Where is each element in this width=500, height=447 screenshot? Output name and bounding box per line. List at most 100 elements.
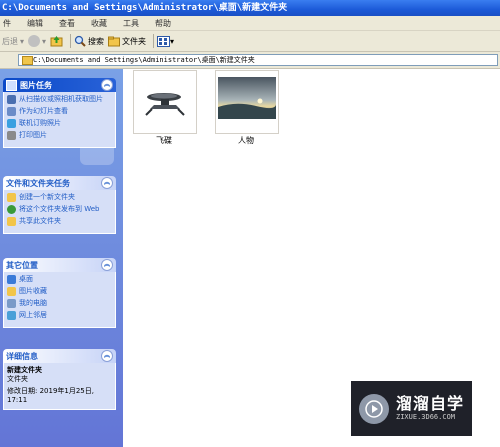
details-modified: 修改日期: 2019年1月25日, 17:11 <box>7 387 94 404</box>
folder-up-icon <box>50 36 63 47</box>
task-link[interactable]: 打印图片 <box>7 131 112 140</box>
menu-bar: 件 编辑 查看 收藏 工具 帮助 <box>0 16 500 31</box>
picture-tasks-panel: 图片任务 ︽ 从扫描仪或照相机获取图片 作为幻灯片查看 联机订购照片 打印图片 <box>3 78 116 148</box>
picture-tasks-title: 图片任务 <box>20 80 52 90</box>
task-link-label: 共享此文件夹 <box>19 217 61 225</box>
forward-button[interactable]: ▾ <box>28 35 46 47</box>
play-logo-icon <box>359 393 389 424</box>
up-button[interactable] <box>50 35 63 47</box>
place-link[interactable]: 网上邻居 <box>7 311 112 320</box>
my-pictures-icon <box>7 287 16 296</box>
toolbar: 后退 ▾ ▾ 搜索 文件夹 ▾ <box>0 31 500 52</box>
publish-web-icon <box>7 205 16 214</box>
new-folder-icon <box>7 193 16 202</box>
menu-edit[interactable]: 编辑 <box>27 18 43 29</box>
back-button[interactable]: 后退 ▾ <box>2 36 24 47</box>
menu-view[interactable]: 查看 <box>59 18 75 29</box>
my-computer-icon <box>7 299 16 308</box>
window-title: C:\Documents and Settings\Administrator\… <box>0 0 500 16</box>
other-places-header[interactable]: 其它位置 ︽ <box>3 258 116 272</box>
slideshow-icon <box>7 107 16 116</box>
place-link-label: 我的电脑 <box>19 299 47 307</box>
back-label: 后退 <box>2 36 18 46</box>
address-bar: C:\Documents and Settings\Administrator\… <box>0 52 500 69</box>
folders-button[interactable]: 文件夹 <box>108 36 146 47</box>
menu-file[interactable]: 件 <box>3 18 11 29</box>
picture-tasks-header[interactable]: 图片任务 ︽ <box>3 78 116 92</box>
place-link-label: 桌面 <box>19 275 33 283</box>
address-path: C:\Documents and Settings\Administrator\… <box>33 56 255 64</box>
details-header[interactable]: 详细信息 ︽ <box>3 349 116 363</box>
spaceship-thumbnail <box>145 93 185 116</box>
collapse-icon[interactable]: ︽ <box>101 177 113 189</box>
place-link[interactable]: 图片收藏 <box>7 287 112 296</box>
dropdown-arrow-icon[interactable]: ▾ <box>42 37 46 46</box>
details-panel: 详细信息 ︽ 新建文件夹 文件夹 修改日期: 2019年1月25日, 17:11 <box>3 349 116 410</box>
folder-icon <box>22 56 33 65</box>
collapse-icon[interactable]: ︽ <box>101 350 113 362</box>
place-link[interactable]: 我的电脑 <box>7 299 112 308</box>
other-places-title: 其它位置 <box>6 260 38 270</box>
details-type: 文件夹 <box>7 375 28 383</box>
task-link-label: 将这个文件夹发布到 Web <box>19 205 100 213</box>
dropdown-arrow-icon[interactable]: ▾ <box>20 37 24 46</box>
collapse-icon[interactable]: ︽ <box>101 259 113 271</box>
collapse-icon[interactable]: ︽ <box>101 79 113 91</box>
task-link[interactable]: 共享此文件夹 <box>7 217 112 226</box>
printer-icon <box>7 131 16 140</box>
task-link[interactable]: 联机订购照片 <box>7 119 112 128</box>
task-pane: 图片任务 ︽ 从扫描仪或照相机获取图片 作为幻灯片查看 联机订购照片 打印图片 … <box>0 69 123 447</box>
details-body: 新建文件夹 文件夹 修改日期: 2019年1月25日, 17:11 <box>3 363 116 410</box>
task-link-label: 联机订购照片 <box>19 119 61 127</box>
place-link-label: 网上邻居 <box>19 311 47 319</box>
forward-icon <box>28 35 41 47</box>
toolbar-separator <box>70 34 72 48</box>
views-icon <box>157 35 171 47</box>
other-places-panel: 其它位置 ︽ 桌面 图片收藏 我的电脑 网上邻居 <box>3 258 116 328</box>
task-link-label: 从扫描仪或照相机获取图片 <box>19 95 103 103</box>
network-places-icon <box>7 311 16 320</box>
task-link[interactable]: 作为幻灯片查看 <box>7 107 112 116</box>
details-name: 新建文件夹 <box>7 366 42 374</box>
folders-label: 文件夹 <box>122 36 147 46</box>
details-title: 详细信息 <box>6 351 38 361</box>
task-link[interactable]: 从扫描仪或照相机获取图片 <box>7 95 112 104</box>
task-link-label: 创建一个新文件夹 <box>19 193 75 201</box>
task-link-label: 打印图片 <box>19 131 47 139</box>
search-label: 搜索 <box>88 36 105 46</box>
watermark-site: ZIXUE.3D66.COM <box>396 413 456 421</box>
other-places-body: 桌面 图片收藏 我的电脑 网上邻居 <box>3 272 116 328</box>
order-prints-icon <box>7 119 16 128</box>
file-thumbnail[interactable] <box>133 70 197 134</box>
file-name[interactable]: 飞碟 <box>133 135 195 146</box>
task-link-label: 作为幻灯片查看 <box>19 107 68 115</box>
folder-icon <box>108 36 121 46</box>
menu-favorites[interactable]: 收藏 <box>91 18 107 29</box>
place-link[interactable]: 桌面 <box>7 275 112 284</box>
file-tasks-title: 文件和文件夹任务 <box>6 178 70 188</box>
file-tasks-header[interactable]: 文件和文件夹任务 ︽ <box>3 176 116 190</box>
share-folder-icon <box>7 217 16 226</box>
desktop-icon <box>7 275 16 284</box>
task-link[interactable]: 将这个文件夹发布到 Web <box>7 205 112 214</box>
watermark: 溜溜自学 ZIXUE.3D66.COM <box>351 381 472 436</box>
picture-tasks-body: 从扫描仪或照相机获取图片 作为幻灯片查看 联机订购照片 打印图片 <box>3 92 116 148</box>
menu-tools[interactable]: 工具 <box>123 18 139 29</box>
scanner-camera-icon <box>7 95 16 104</box>
file-thumbnail[interactable] <box>215 70 279 134</box>
address-input[interactable]: C:\Documents and Settings\Administrator\… <box>18 54 498 66</box>
task-link[interactable]: 创建一个新文件夹 <box>7 193 112 202</box>
dropdown-arrow-icon[interactable]: ▾ <box>170 37 174 46</box>
file-tasks-body: 创建一个新文件夹 将这个文件夹发布到 Web 共享此文件夹 <box>3 190 116 234</box>
search-button[interactable]: 搜索 <box>74 35 104 47</box>
menu-help[interactable]: 帮助 <box>155 18 171 29</box>
file-name[interactable]: 人物 <box>215 135 277 146</box>
toolbar-separator <box>153 34 155 48</box>
watermark-name: 溜溜自学 <box>396 394 465 413</box>
search-icon <box>74 35 86 47</box>
views-button[interactable]: ▾ <box>157 35 174 47</box>
place-link-label: 图片收藏 <box>19 287 47 295</box>
file-tasks-panel: 文件和文件夹任务 ︽ 创建一个新文件夹 将这个文件夹发布到 Web 共享此文件夹 <box>3 176 116 234</box>
picture-tasks-icon <box>6 79 17 91</box>
landscape-thumbnail <box>218 77 276 119</box>
